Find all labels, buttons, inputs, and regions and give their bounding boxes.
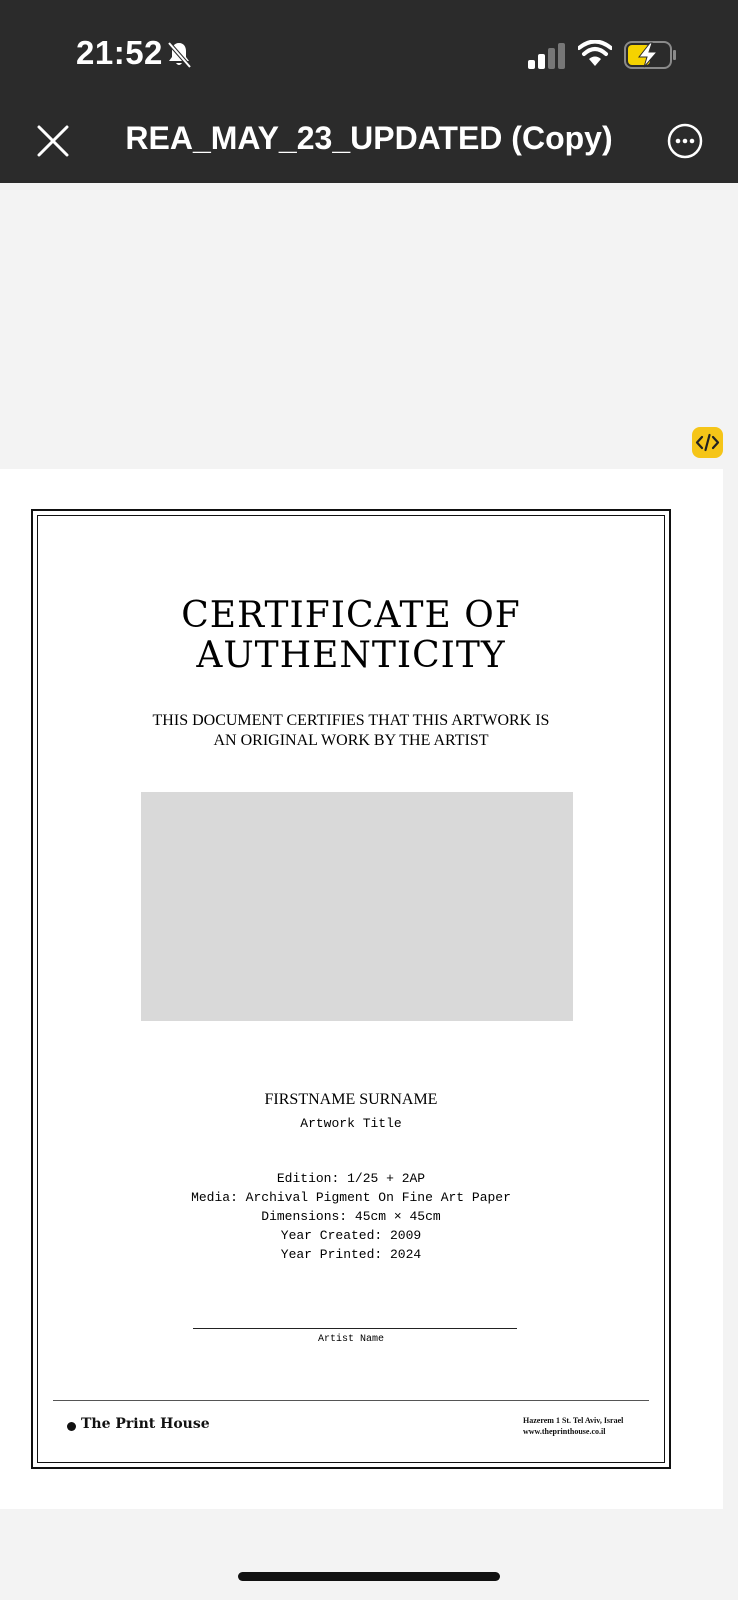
code-icon[interactable]	[692, 427, 723, 458]
certificate-border: CERTIFICATE OF AUTHENTICITY THIS DOCUMEN…	[31, 509, 671, 1469]
artwork-details: Edition: 1/25 + 2AP Media: Archival Pigm…	[38, 1169, 664, 1264]
detail-media: Media: Archival Pigment On Fine Art Pape…	[191, 1190, 511, 1205]
artist-name: FIRSTNAME SURNAME	[264, 1091, 438, 1108]
certificate-subtitle-line-2: AN ORIGINAL WORK BY THE ARTIST	[213, 732, 489, 749]
address-line-1: Hazerem 1 St. Tel Aviv, Israel	[523, 1416, 624, 1425]
battery-charging-icon	[624, 41, 676, 69]
bell-slash-icon	[167, 41, 192, 69]
certificate-subtitle-line-1: THIS DOCUMENT CERTIFIES THAT THIS ARTWOR…	[152, 712, 550, 729]
certificate-title-line-2: AUTHENTICITY	[196, 635, 506, 676]
artwork-title: Artwork Title	[300, 1116, 402, 1131]
certificate-title: CERTIFICATE OF AUTHENTICITY	[38, 596, 664, 676]
signature-label: Artist Name	[317, 1334, 384, 1345]
signature-line	[193, 1328, 517, 1329]
detail-edition: Edition: 1/25 + 2AP	[276, 1171, 426, 1186]
close-icon[interactable]	[30, 118, 76, 164]
document-page: CERTIFICATE OF AUTHENTICITY THIS DOCUMEN…	[0, 469, 723, 1509]
status-time: 21:52	[76, 34, 163, 71]
address-line-2: www.theprinthouse.co.il	[523, 1427, 606, 1436]
top-bar: 21:52 REA_MAY_23_UPDATED (Copy)	[0, 0, 738, 183]
more-icon[interactable]	[666, 122, 704, 160]
brand-dot-icon	[67, 1422, 76, 1431]
footer-divider	[53, 1400, 649, 1401]
brand-name: The Print House	[81, 1416, 210, 1432]
artwork-image-placeholder	[141, 792, 573, 1021]
detail-year-printed: Year Printed: 2024	[280, 1247, 422, 1262]
detail-year-created: Year Created: 2009	[280, 1228, 422, 1243]
certificate-title-line-1: CERTIFICATE OF	[181, 595, 521, 636]
home-indicator[interactable]	[238, 1572, 500, 1581]
certificate-inner-border: CERTIFICATE OF AUTHENTICITY THIS DOCUMEN…	[37, 515, 665, 1463]
brand-address: Hazerem 1 St. Tel Aviv, Israel www.thepr…	[523, 1415, 623, 1437]
signal-icon	[528, 43, 565, 69]
document-title: REA_MAY_23_UPDATED (Copy)	[125, 120, 613, 156]
wifi-icon	[578, 40, 612, 66]
detail-dimensions: Dimensions: 45cm × 45cm	[261, 1209, 441, 1224]
certificate-subtitle: THIS DOCUMENT CERTIFIES THAT THIS ARTWOR…	[38, 711, 664, 751]
